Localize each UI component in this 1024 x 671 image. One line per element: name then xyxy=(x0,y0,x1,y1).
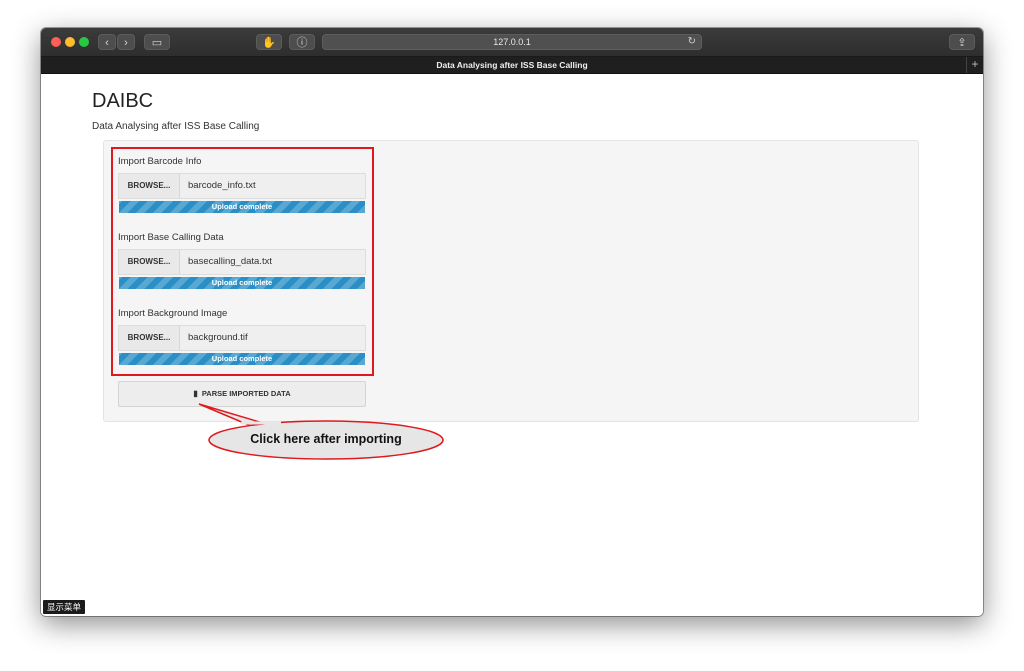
share-icon: ⇪ xyxy=(957,37,967,49)
address-bar[interactable]: 127.0.0.1 ↻ xyxy=(322,34,702,50)
show-menu-button[interactable]: 显示菜单 xyxy=(43,600,86,614)
info-icon: ⓘ xyxy=(296,37,308,49)
close-window-button[interactable] xyxy=(51,37,61,47)
share-button[interactable]: ⇪ xyxy=(949,34,975,50)
forward-button[interactable]: › xyxy=(117,34,135,50)
new-tab-button[interactable]: + xyxy=(966,57,983,73)
browser-toolbar: ‹ › ▭ ✋ ⓘ 127.0.0.1 ↻ ⇪ xyxy=(41,28,983,57)
browser-window: ‹ › ▭ ✋ ⓘ 127.0.0.1 ↻ ⇪ Data Analysing a… xyxy=(41,28,983,616)
extension-button-1[interactable]: ✋ xyxy=(256,34,282,50)
sidebar-icon: ▭ xyxy=(151,37,163,49)
sidebar-button[interactable]: ▭ xyxy=(144,34,170,50)
callout-text: Click here after importing xyxy=(250,432,402,446)
minimize-window-button[interactable] xyxy=(65,37,75,47)
plus-icon: + xyxy=(971,57,979,71)
chevron-left-icon: ‹ xyxy=(105,37,109,49)
tab-title[interactable]: Data Analysing after ISS Base Calling xyxy=(41,57,983,73)
chevron-right-icon: › xyxy=(124,37,128,49)
back-button[interactable]: ‹ xyxy=(98,34,116,50)
page-content: DAIBC Data Analysing after ISS Base Call… xyxy=(41,74,983,616)
extension-button-2[interactable]: ⓘ xyxy=(289,34,315,50)
tab-bar: Data Analysing after ISS Base Calling + xyxy=(41,57,983,74)
zoom-window-button[interactable] xyxy=(79,37,89,47)
url-text: 127.0.0.1 xyxy=(493,37,531,47)
callout-bubble xyxy=(198,403,444,460)
hand-icon: ✋ xyxy=(262,37,276,49)
reload-icon[interactable]: ↻ xyxy=(688,35,696,49)
